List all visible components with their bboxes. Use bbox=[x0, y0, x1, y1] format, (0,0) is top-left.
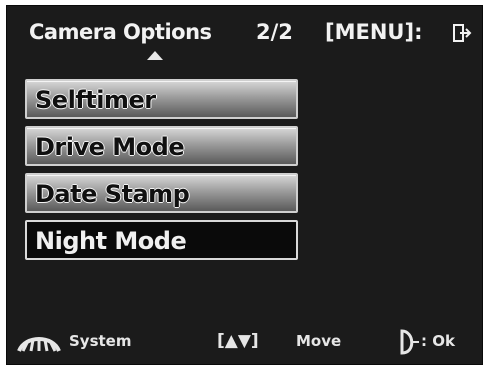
menu-list: Selftimer Drive Mode Date Stamp Night Mo… bbox=[25, 79, 298, 267]
ok-hint-label: : Ok bbox=[421, 332, 455, 350]
menu-button-hint[interactable]: [MENU]: bbox=[325, 20, 422, 44]
move-hint-label: Move bbox=[296, 332, 342, 350]
menu-item-selftimer[interactable]: Selftimer bbox=[25, 79, 298, 119]
menu-item-date-stamp[interactable]: Date Stamp bbox=[25, 173, 298, 213]
menu-title: Camera Options bbox=[29, 20, 212, 44]
shutter-button-icon bbox=[400, 329, 419, 355]
menu-item-label: Selftimer bbox=[35, 86, 156, 114]
mode-dial-icon bbox=[17, 337, 61, 352]
camera-screen: Camera Options 2/2 [MENU]: Selftimer Dri… bbox=[6, 5, 483, 365]
menu-item-night-mode[interactable]: Night Mode bbox=[25, 220, 298, 260]
menu-item-label: Night Mode bbox=[35, 227, 187, 255]
header-bar: Camera Options 2/2 [MENU]: bbox=[7, 6, 482, 56]
menu-item-label: Drive Mode bbox=[35, 133, 185, 161]
footer-hints: System [▲▼] Move : Ok bbox=[7, 321, 482, 361]
system-hint-label: System bbox=[69, 332, 132, 350]
page-indicator: 2/2 bbox=[256, 20, 293, 44]
menu-item-label: Date Stamp bbox=[35, 180, 190, 208]
up-arrow-icon bbox=[147, 51, 163, 60]
exit-arrow-icon[interactable] bbox=[453, 23, 473, 43]
menu-item-drive-mode[interactable]: Drive Mode bbox=[25, 126, 298, 166]
updown-keys-icon: [▲▼] bbox=[217, 331, 259, 351]
